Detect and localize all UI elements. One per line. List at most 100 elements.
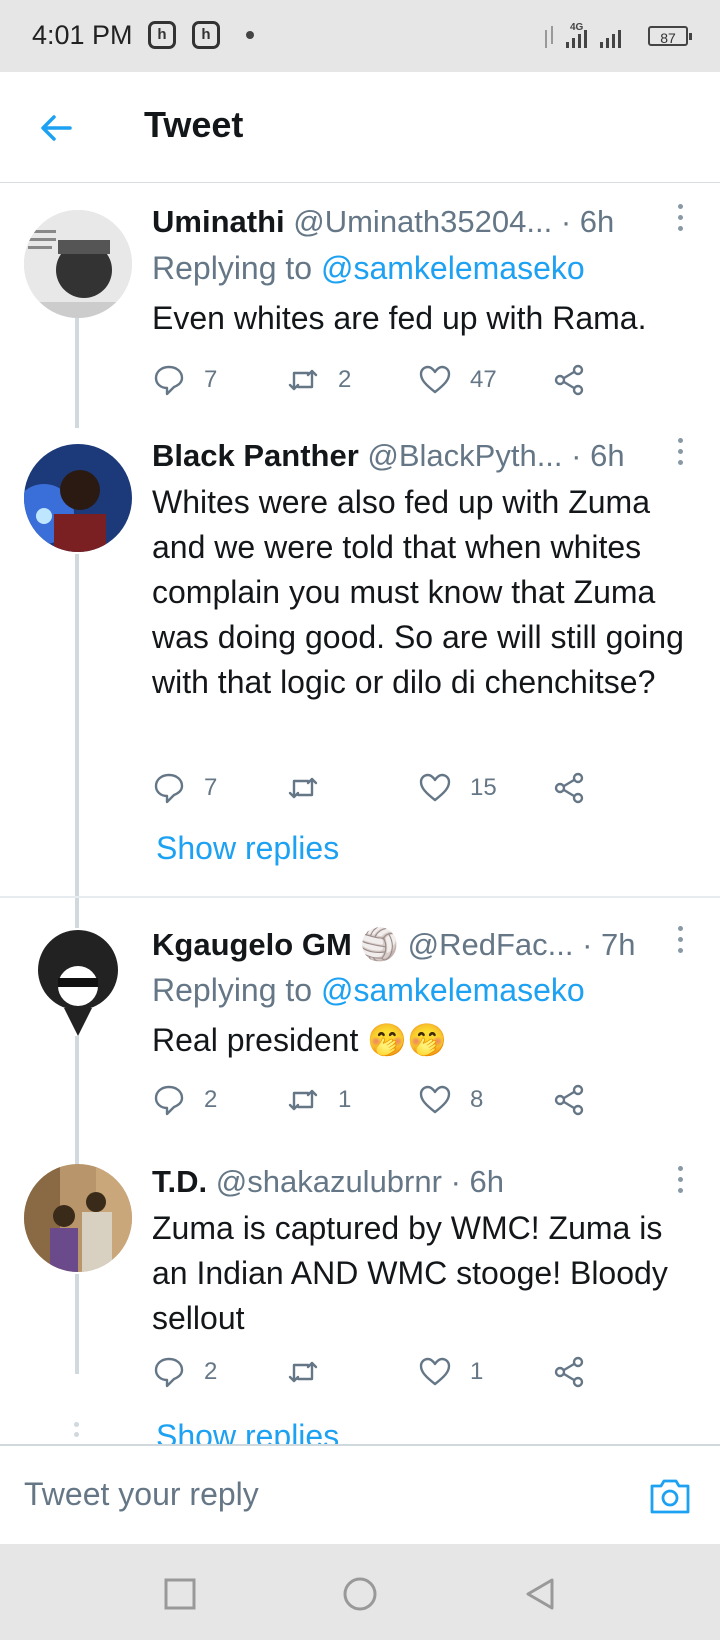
tweet-text: Real president 🤭🤭 [152, 1022, 447, 1058]
tweet-header: T.D. @shakazulubrnr · 6h [152, 1164, 504, 1200]
share-icon [554, 364, 584, 396]
like-count: 15 [470, 774, 497, 801]
replying-to: Replying to @samkelemaseko [152, 972, 585, 1009]
reply-button[interactable]: 2 [152, 1352, 217, 1392]
share-icon [554, 1356, 584, 1388]
retweet-count: 1 [338, 1086, 352, 1113]
tweet-time: · 6h [560, 204, 615, 239]
retweet-button[interactable] [286, 1352, 338, 1392]
retweet-icon [288, 777, 318, 799]
top-bar: Tweet [0, 72, 720, 183]
retweet-icon [288, 1089, 318, 1111]
battery-icon: 87 [648, 26, 692, 46]
reply-button[interactable]: 2 [152, 1080, 217, 1120]
heart-icon [419, 773, 451, 802]
reply-icon [154, 1357, 184, 1388]
retweet-icon [288, 369, 318, 391]
like-count: 47 [470, 366, 497, 393]
tweet-header: Uminathi @Uminath35204... · 6h [152, 204, 614, 240]
back-nav-icon[interactable] [520, 1574, 560, 1614]
tweet-header: Kgaugelo GM 🏐 @RedFac... · 7h [152, 926, 636, 963]
reply-count: 2 [204, 1358, 218, 1385]
recent-apps-icon[interactable] [160, 1574, 200, 1614]
tweet-time: · 6h [450, 1164, 504, 1199]
replying-to-label: Replying to [152, 250, 313, 286]
system-nav-bar [0, 1544, 720, 1640]
thread-dots [74, 1422, 80, 1442]
tweet-text: Whites were also fed up with Zuma and we… [152, 484, 684, 700]
reply-count: 7 [204, 366, 218, 393]
avatar[interactable] [24, 444, 132, 552]
status-bar: 4:01 PM h h 4G 87 [0, 0, 720, 72]
show-replies-link[interactable]: Show replies [156, 830, 339, 867]
camera-icon[interactable] [648, 1474, 692, 1518]
more-options-icon[interactable] [678, 926, 684, 959]
tweet-header: Black Panther @BlackPyth... · 6h [152, 438, 625, 474]
app-notification-icon: h [148, 21, 176, 49]
reply-icon [154, 773, 184, 804]
like-button[interactable]: 1 [418, 1352, 483, 1392]
retweet-button[interactable]: 1 [286, 1080, 351, 1120]
retweet-button[interactable]: 2 [286, 360, 351, 400]
display-name[interactable]: Kgaugelo GM [152, 927, 352, 962]
display-name[interactable]: Uminathi [152, 204, 285, 239]
replying-to-label: Replying to [152, 972, 313, 1008]
page-title: Tweet [144, 104, 244, 145]
tweet-time: · 7h [582, 927, 636, 962]
retweet-count: 2 [338, 366, 352, 393]
reply-icon [154, 1085, 184, 1116]
user-handle[interactable]: @Uminath35204... [293, 204, 552, 239]
display-name[interactable]: Black Panther [152, 438, 359, 473]
tweet-text: Even whites are fed up with Rama. [152, 300, 647, 336]
profile-badge: 🏐 [360, 927, 400, 962]
reply-button[interactable]: 7 [152, 360, 217, 400]
tweet-actions: 7 15 [152, 768, 632, 808]
tweet-actions: 7 2 47 [152, 360, 632, 400]
avatar[interactable] [24, 1164, 132, 1272]
reply-composer: Tweet your reply [0, 1444, 720, 1546]
user-handle[interactable]: @BlackPyth... [367, 438, 562, 473]
share-button[interactable] [552, 360, 604, 400]
reply-input[interactable]: Tweet your reply [24, 1476, 259, 1513]
avatar[interactable] [24, 210, 132, 318]
share-button[interactable] [552, 1352, 604, 1392]
conversation-divider [0, 896, 720, 898]
avatar[interactable] [24, 928, 132, 1036]
like-button[interactable]: 47 [418, 360, 497, 400]
reply-count: 2 [204, 1086, 218, 1113]
thread-line [75, 318, 79, 428]
more-notifications-icon [246, 31, 254, 39]
thread-line [75, 1036, 79, 1172]
signal-icon: 4G [545, 22, 621, 48]
mention-link[interactable]: @samkelemaseko [321, 972, 585, 1008]
thread-line [75, 1274, 79, 1374]
share-icon [554, 772, 584, 804]
display-name[interactable]: T.D. [152, 1164, 207, 1199]
like-button[interactable]: 15 [418, 768, 497, 808]
back-arrow-icon[interactable] [36, 108, 76, 148]
replying-to: Replying to @samkelemaseko [152, 250, 585, 287]
heart-icon [419, 365, 451, 394]
app-notification-icon: h [192, 21, 220, 49]
user-handle[interactable]: @RedFac... [408, 927, 574, 962]
more-options-icon[interactable] [678, 1166, 684, 1199]
share-button[interactable] [552, 1080, 604, 1120]
retweet-button[interactable] [286, 768, 338, 808]
mention-link[interactable]: @samkelemaseko [321, 250, 585, 286]
reply-count: 7 [204, 774, 218, 801]
heart-icon [419, 1085, 451, 1114]
more-options-icon[interactable] [678, 204, 684, 237]
thread-line [75, 554, 79, 970]
share-button[interactable] [552, 768, 604, 808]
reply-button[interactable]: 7 [152, 768, 217, 808]
home-icon[interactable] [340, 1574, 380, 1614]
tweet-actions: 2 1 8 [152, 1080, 632, 1120]
tweet-time: · 6h [571, 438, 625, 473]
network-type: 4G [570, 22, 584, 33]
user-handle[interactable]: @shakazulubrnr [216, 1164, 442, 1199]
more-options-icon[interactable] [678, 438, 684, 471]
like-count: 1 [470, 1358, 484, 1385]
like-button[interactable]: 8 [418, 1080, 483, 1120]
heart-icon [419, 1357, 451, 1386]
tweet-text: Zuma is captured by WMC! Zuma is an Indi… [152, 1210, 668, 1336]
